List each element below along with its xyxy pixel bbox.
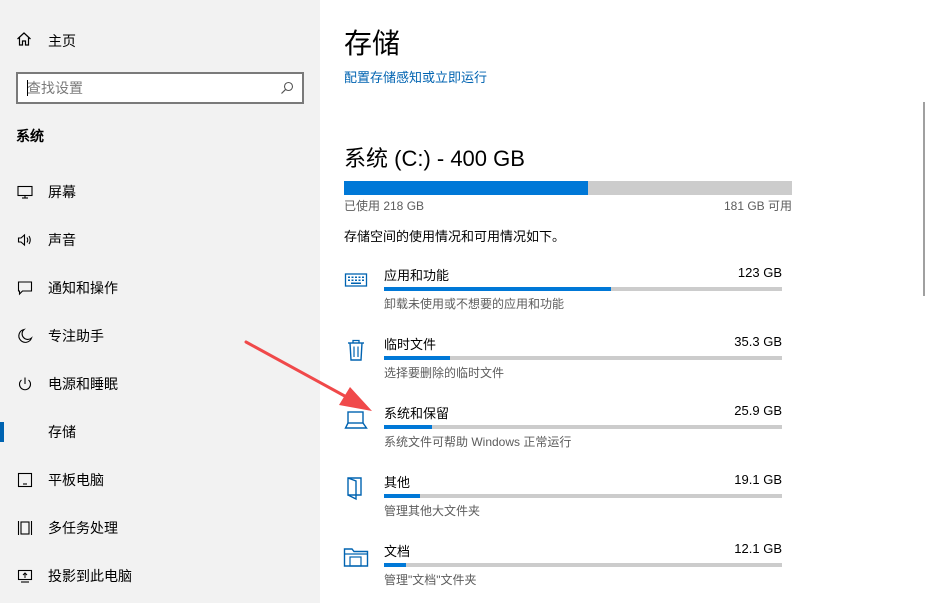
category-name: 文档	[384, 544, 411, 559]
notification-icon	[16, 279, 34, 297]
category-usage-bar	[384, 425, 782, 429]
category-apps[interactable]: 应用和功能 123 GB 卸载未使用或不想要的应用和功能	[342, 265, 786, 325]
scrollbar-thumb[interactable]	[923, 102, 925, 296]
category-other[interactable]: 其他 19.1 GB 管理其他大文件夹	[342, 472, 786, 532]
tablet-icon	[16, 471, 34, 489]
sidebar-item-label: 屏幕	[48, 184, 76, 200]
laptop-icon	[342, 405, 370, 433]
sidebar-item-display[interactable]: 屏幕	[0, 168, 320, 216]
category-description: 管理"文档"文件夹	[384, 573, 477, 587]
keyboard-icon	[342, 267, 370, 295]
scrollbar[interactable]	[918, 0, 928, 603]
storage-icon	[16, 423, 34, 441]
search-input[interactable]	[18, 74, 272, 102]
category-name: 应用和功能	[384, 268, 450, 283]
drive-usage-bar	[344, 181, 792, 195]
sidebar-item-project[interactable]: 投影到此电脑	[0, 552, 320, 600]
category-size: 35.3 GB	[734, 334, 782, 349]
category-description: 选择要删除的临时文件	[384, 366, 505, 380]
configure-storage-sense-link[interactable]: 配置存储感知或立即运行	[344, 67, 487, 86]
sidebar-item-label: 存储	[48, 424, 76, 440]
category-size: 19.1 GB	[734, 472, 782, 487]
category-name: 其他	[384, 475, 411, 490]
speaker-icon	[16, 231, 34, 249]
category-size: 12.1 GB	[734, 541, 782, 556]
folder-open-icon	[342, 474, 370, 502]
category-usage-fill	[384, 494, 420, 498]
section-title: 系统	[16, 128, 44, 144]
page-title: 存储	[344, 28, 401, 59]
drive-free-text: 181 GB 可用	[723, 199, 792, 213]
sidebar-item-power[interactable]: 电源和睡眠	[0, 360, 320, 408]
sidebar-item-label: 电源和睡眠	[48, 376, 118, 392]
category-usage-bar	[384, 494, 782, 498]
moon-icon	[16, 327, 34, 345]
sidebar-item-label: 声音	[48, 232, 76, 248]
category-usage-bar	[384, 287, 782, 291]
home-icon	[16, 31, 32, 52]
sidebar-item-multitasking[interactable]: 多任务处理	[0, 504, 320, 552]
sidebar-item-label: 专注助手	[48, 328, 104, 344]
storage-description: 存储空间的使用情况和可用情况如下。	[344, 229, 566, 244]
category-description: 系统文件可帮助 Windows 正常运行	[384, 435, 572, 449]
category-size: 123 GB	[737, 265, 782, 280]
search-box[interactable]	[16, 72, 304, 104]
category-usage-fill	[384, 563, 406, 567]
sidebar: 主页 系统 屏幕 声音 通知和操作 专注助手	[0, 0, 320, 603]
category-description: 管理其他大文件夹	[384, 504, 481, 518]
selection-indicator	[0, 422, 4, 442]
category-usage-fill	[384, 356, 450, 360]
sidebar-item-label: 投影到此电脑	[48, 568, 132, 584]
sidebar-item-tablet[interactable]: 平板电脑	[0, 456, 320, 504]
power-icon	[16, 375, 34, 393]
sidebar-item-storage[interactable]: 存储	[0, 408, 320, 456]
project-icon	[16, 567, 34, 585]
category-usage-fill	[384, 287, 611, 291]
category-usage-bar	[384, 356, 782, 360]
category-name: 系统和保留	[384, 406, 450, 421]
category-usage-fill	[384, 425, 432, 429]
home-label: 主页	[48, 33, 76, 49]
sidebar-item-label: 多任务处理	[48, 520, 118, 536]
category-name: 临时文件	[384, 337, 437, 352]
main-content: 存储 配置存储感知或立即运行 系统 (C:) - 400 GB 已使用 218 …	[320, 0, 928, 603]
category-usage-bar	[384, 563, 782, 567]
sidebar-item-notifications[interactable]: 通知和操作	[0, 264, 320, 312]
category-temp-files[interactable]: 临时文件 35.3 GB 选择要删除的临时文件	[342, 334, 786, 394]
documents-folder-icon	[342, 543, 370, 571]
sidebar-item-label: 平板电脑	[48, 472, 104, 488]
search-icon[interactable]	[272, 74, 302, 102]
drive-usage-fill	[344, 181, 589, 195]
category-size: 25.9 GB	[734, 403, 782, 418]
monitor-icon	[16, 183, 34, 201]
trash-icon	[342, 336, 370, 364]
sidebar-item-label: 通知和操作	[48, 280, 118, 296]
home-nav-item[interactable]: 主页	[16, 30, 76, 52]
category-description: 卸载未使用或不想要的应用和功能	[384, 297, 565, 311]
sidebar-item-sound[interactable]: 声音	[0, 216, 320, 264]
multitask-icon	[16, 519, 34, 537]
text-caret	[27, 80, 28, 96]
drive-used-text: 已使用 218 GB	[344, 199, 425, 213]
sidebar-item-focus-assist[interactable]: 专注助手	[0, 312, 320, 360]
category-system-reserved[interactable]: 系统和保留 25.9 GB 系统文件可帮助 Windows 正常运行	[342, 403, 786, 463]
drive-title: 系统 (C:) - 400 GB	[344, 146, 525, 171]
category-documents[interactable]: 文档 12.1 GB 管理"文档"文件夹	[342, 541, 786, 601]
